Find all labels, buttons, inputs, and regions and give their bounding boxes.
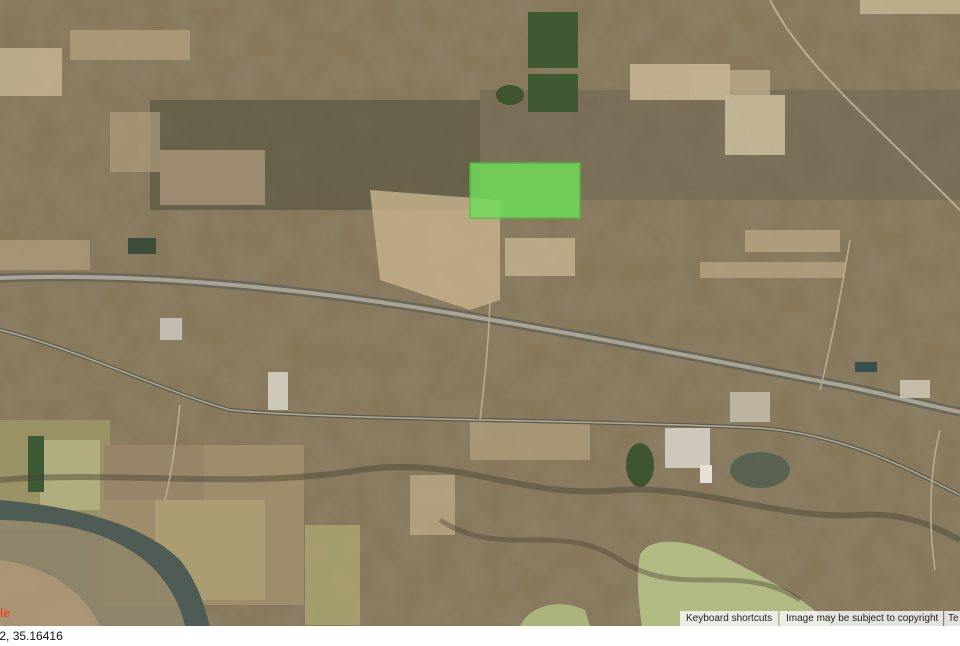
terms-link[interactable]: Te [944, 611, 960, 626]
keyboard-shortcuts-link[interactable]: Keyboard shortcuts [680, 611, 778, 626]
satellite-imagery [0, 0, 960, 626]
coordinate-text: 932, 35.16416 [0, 629, 63, 643]
coordinate-readout: 932, 35.16416 [0, 626, 960, 646]
satellite-map[interactable]: le Keyboard shortcuts Image may be subje… [0, 0, 960, 626]
highlighted-parcel[interactable] [469, 162, 581, 219]
google-logo-fragment[interactable]: le [0, 606, 10, 620]
copyright-notice: Image may be subject to copyright [779, 611, 943, 626]
